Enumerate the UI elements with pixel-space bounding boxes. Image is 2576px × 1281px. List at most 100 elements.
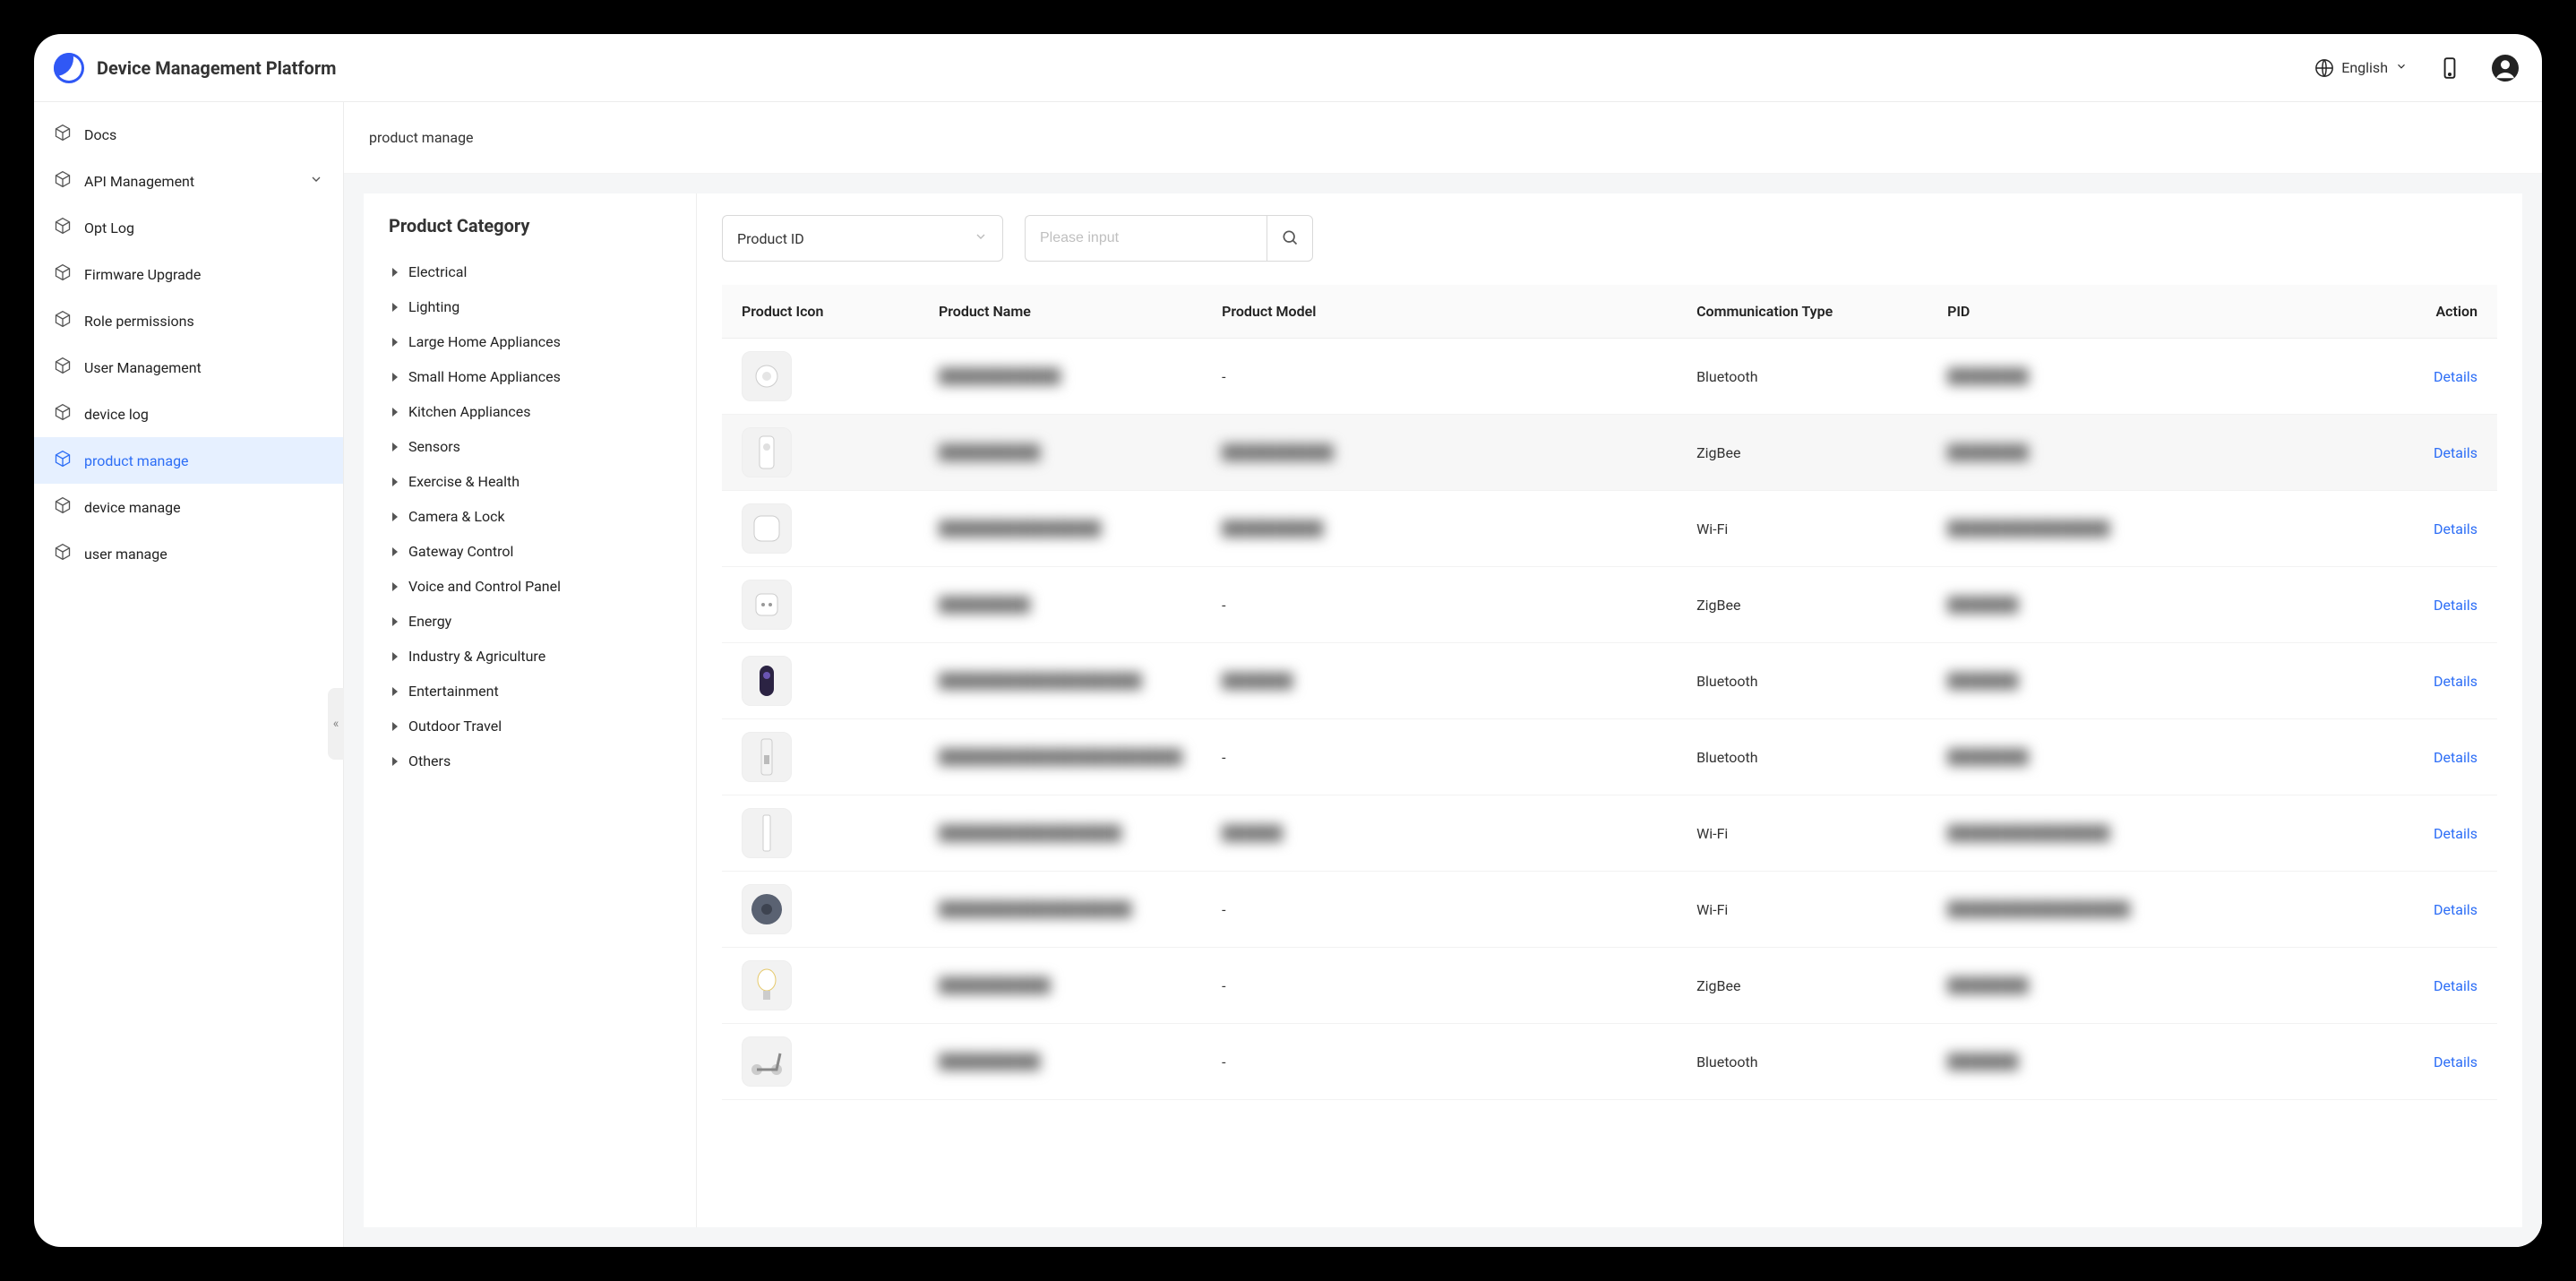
category-item[interactable]: Others [389,744,680,778]
breadcrumb: product manage [344,102,2542,174]
details-link[interactable]: Details [2391,901,2477,918]
user-avatar-icon[interactable] [2492,55,2519,82]
cell-pid: ████████████████ [1947,520,2109,537]
col-header-action: Action [2372,285,2497,339]
sidebar-item[interactable]: Role permissions [34,297,343,344]
sidebar-item[interactable]: device manage [34,484,343,530]
cell-pid: ████████ [1947,443,2029,460]
category-item-label: Industry & Agriculture [408,648,545,665]
cell-product-model: ██████████ [1222,520,1323,537]
sidebar-item-label: Docs [84,126,116,143]
details-link[interactable]: Details [2391,444,2477,461]
category-item[interactable]: Large Home Appliances [389,324,680,359]
sidebar-collapse-handle[interactable]: « [328,688,344,760]
cell-communication-type: ZigBee [1696,977,1740,994]
cube-icon [54,170,72,192]
category-item[interactable]: Exercise & Health [389,464,680,499]
sidebar-item-label: device log [84,406,149,423]
caret-right-icon [392,443,398,451]
details-link[interactable]: Details [2391,977,2477,994]
details-link[interactable]: Details [2391,368,2477,385]
cell-product-model: ███████████ [1222,443,1334,460]
caret-right-icon [392,408,398,417]
table-row[interactable]: █████████ - ZigBee ███████ Details [722,567,2497,643]
product-icon [742,732,792,782]
sidebar-item-label: product manage [84,452,189,469]
table-row[interactable]: ████████████████████████ - Bluetooth ███… [722,719,2497,795]
table-row[interactable]: ██████████ - Bluetooth ███████ Details [722,1024,2497,1100]
category-item[interactable]: Entertainment [389,674,680,709]
cell-product-name: ████████████ [939,367,1060,384]
caret-right-icon [392,547,398,556]
sidebar-item[interactable]: device log [34,391,343,437]
category-item[interactable]: Electrical [389,254,680,289]
search-field-select[interactable]: Product ID [722,215,1003,262]
cell-pid: ████████ [1947,367,2029,384]
cell-product-model: - [1222,901,1225,918]
table-row[interactable]: ████████████ - Bluetooth ████████ Detail… [722,339,2497,415]
cell-pid: ███████ [1947,1053,2018,1070]
category-item[interactable]: Outdoor Travel [389,709,680,744]
category-item[interactable]: Gateway Control [389,534,680,569]
details-link[interactable]: Details [2391,520,2477,537]
globe-icon [2314,58,2334,78]
cube-icon [54,357,72,378]
details-link[interactable]: Details [2391,597,2477,614]
sidebar-item[interactable]: Docs [34,111,343,158]
brand-logo-icon [54,53,84,83]
product-icon [742,503,792,554]
category-item[interactable]: Sensors [389,429,680,464]
category-item-label: Lighting [408,298,459,315]
category-item-label: Small Home Appliances [408,368,561,385]
details-link[interactable]: Details [2391,1053,2477,1070]
cell-product-name: ███████████ [939,976,1051,993]
col-header-pid: PID [1928,285,2372,339]
details-link[interactable]: Details [2391,673,2477,690]
table-row[interactable]: ██████████████████ ██████ Wi-Fi ████████… [722,795,2497,872]
table-row[interactable]: ████████████████ ██████████ Wi-Fi ██████… [722,491,2497,567]
table-row[interactable]: ███████████████████ - Wi-Fi ████████████… [722,872,2497,948]
category-item[interactable]: Kitchen Appliances [389,394,680,429]
category-panel: Product Category ElectricalLightingLarge… [364,193,697,1227]
language-switcher[interactable]: English [2314,58,2408,78]
search-icon [1281,228,1299,249]
details-link[interactable]: Details [2391,825,2477,842]
cell-communication-type: Bluetooth [1696,368,1758,385]
sidebar-item[interactable]: Firmware Upgrade [34,251,343,297]
sidebar-item[interactable]: API Management [34,158,343,204]
search-input[interactable] [1025,215,1267,262]
category-item[interactable]: Small Home Appliances [389,359,680,394]
caret-right-icon [392,338,398,347]
table-row[interactable]: ████████████████████ ███████ Bluetooth █… [722,643,2497,719]
category-item[interactable]: Industry & Agriculture [389,639,680,674]
category-item[interactable]: Camera & Lock [389,499,680,534]
sidebar-item[interactable]: Opt Log [34,204,343,251]
main-panel: product manage Product Category Electric… [344,102,2542,1247]
header-right: English [2314,55,2519,82]
category-item-label: Kitchen Appliances [408,403,530,420]
cell-product-model: - [1222,977,1225,994]
sidebar-item[interactable]: user manage [34,530,343,577]
table-row[interactable]: ██████████ ███████████ ZigBee ████████ D… [722,415,2497,491]
sidebar-item[interactable]: User Management [34,344,343,391]
select-value: Product ID [737,230,804,247]
sidebar-item-label: Opt Log [84,219,134,236]
sidebar-item-label: Role permissions [84,313,194,330]
category-item[interactable]: Lighting [389,289,680,324]
cell-product-model: ███████ [1222,672,1292,689]
caret-right-icon [392,512,398,521]
cell-communication-type: Bluetooth [1696,1053,1758,1070]
table-row[interactable]: ███████████ - ZigBee ████████ Details [722,948,2497,1024]
sidebar-item[interactable]: product manage [34,437,343,484]
search-button[interactable] [1267,215,1313,262]
caret-right-icon [392,617,398,626]
category-item-label: Exercise & Health [408,473,519,490]
cell-pid: ███████ [1947,672,2018,689]
product-table: Product Icon Product Name Product Model … [722,285,2497,1100]
category-item[interactable]: Energy [389,604,680,639]
mobile-icon[interactable] [2438,56,2461,80]
category-item[interactable]: Voice and Control Panel [389,569,680,604]
cell-product-model: - [1222,368,1225,385]
details-link[interactable]: Details [2391,749,2477,766]
caret-right-icon [392,303,398,312]
